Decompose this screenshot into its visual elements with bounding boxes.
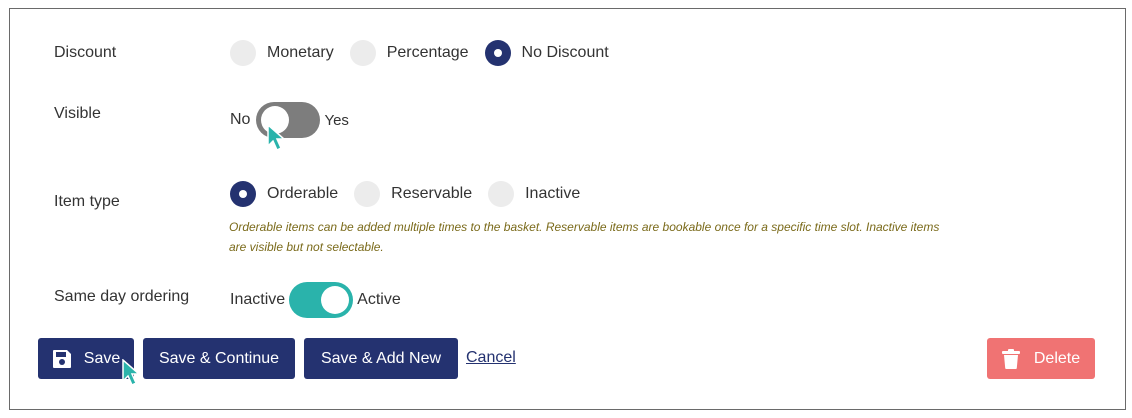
cancel-link[interactable]: Cancel [466, 349, 516, 367]
product-form-panel: Discount Monetary Percentage No Discount… [9, 8, 1126, 410]
toggle-knob [321, 286, 350, 314]
discount-label: Discount [54, 44, 117, 61]
item-type-radio-group: Orderable Reservable Inactive [230, 181, 596, 207]
item-type-option-reservable[interactable]: Reservable [354, 181, 472, 207]
item-type-label: Item type [54, 193, 120, 210]
radio-label: No Discount [521, 44, 609, 61]
radio-label: Inactive [525, 185, 581, 202]
hint-line: are visible but not selectable. [229, 240, 384, 254]
radio-button[interactable] [354, 181, 381, 207]
radio-button[interactable] [488, 181, 515, 207]
same-day-toggle[interactable] [289, 282, 354, 318]
save-and-add-new-button[interactable]: Save & Add New [304, 338, 458, 379]
same-day-off-label: Inactive [230, 291, 286, 308]
visible-label: Visible [54, 105, 101, 122]
floppy-disk-icon [52, 349, 71, 368]
discount-option-no-discount[interactable]: No Discount [484, 40, 609, 66]
radio-label: Percentage [386, 44, 469, 61]
discount-option-percentage[interactable]: Percentage [349, 40, 469, 66]
radio-button-checked[interactable] [230, 181, 256, 207]
toggle-knob [261, 106, 290, 134]
item-type-option-orderable[interactable]: Orderable [230, 181, 338, 207]
save-button[interactable]: Save [38, 338, 134, 379]
save-and-continue-button[interactable]: Save & Continue [143, 338, 295, 379]
radio-button[interactable] [349, 40, 376, 66]
same-day-ordering-label: Same day ordering [54, 288, 190, 305]
delete-button[interactable]: Delete [987, 338, 1095, 379]
visible-off-label: No [230, 111, 251, 128]
radio-label: Reservable [391, 185, 473, 202]
visible-toggle-group: No Yes [230, 102, 349, 138]
visible-toggle[interactable] [256, 102, 321, 138]
radio-label: Orderable [267, 185, 339, 202]
visible-on-label: Yes [324, 111, 349, 129]
item-type-option-inactive[interactable]: Inactive [488, 181, 580, 207]
radio-button-checked[interactable] [484, 40, 511, 66]
radio-button[interactable] [230, 40, 256, 66]
item-type-hint: Orderable items can be added multiple ti… [229, 217, 1049, 257]
radio-label: Monetary [267, 44, 334, 61]
hint-line: Orderable items can be added multiple ti… [229, 220, 940, 234]
discount-option-monetary[interactable]: Monetary [230, 40, 334, 66]
discount-radio-group: Monetary Percentage No Discount [230, 40, 625, 66]
delete-button-label: Delete [1033, 349, 1081, 367]
trash-icon [1001, 348, 1020, 369]
same-day-on-label: Active [357, 291, 401, 308]
save-button-label: Save [83, 349, 121, 367]
save-and-add-new-label: Save & Add New [320, 349, 442, 367]
save-and-continue-label: Save & Continue [158, 349, 280, 367]
same-day-toggle-group: Inactive Active [230, 282, 401, 318]
